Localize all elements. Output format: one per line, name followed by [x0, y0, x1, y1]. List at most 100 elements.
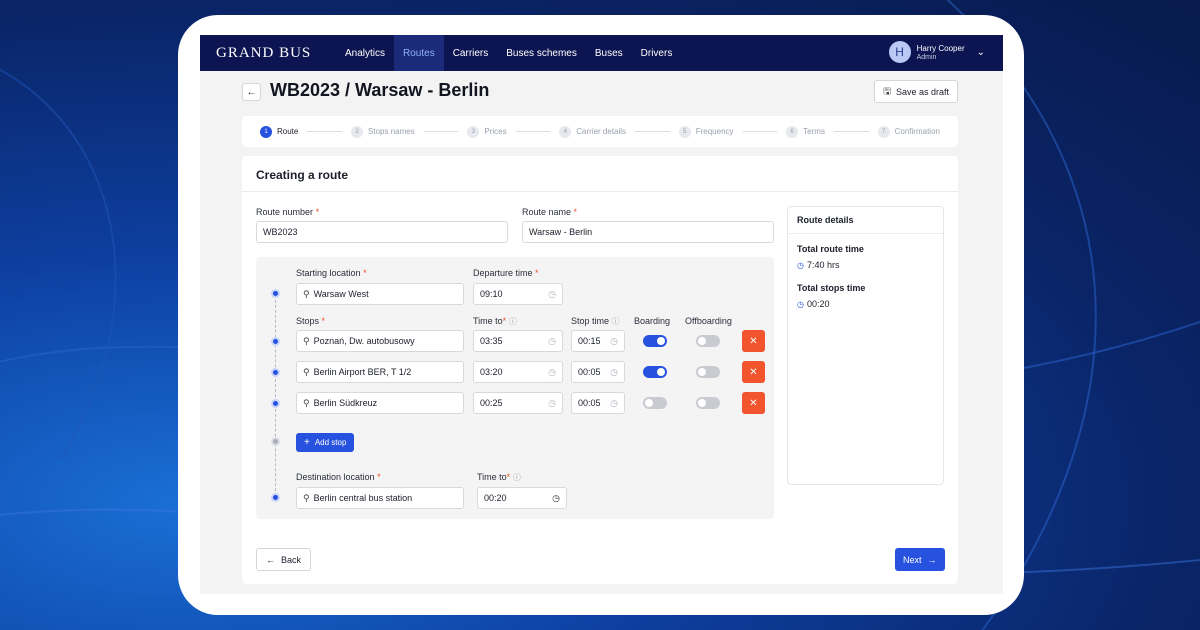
nav-routes[interactable]: Routes [394, 35, 444, 71]
boarding-toggle[interactable] [643, 366, 667, 378]
step-label: Route [277, 127, 299, 136]
stop-time-to-input[interactable]: 00:25 ◷ [473, 392, 563, 414]
starting-location-label: Starting location * [296, 268, 367, 278]
back-button[interactable]: ← Back [256, 548, 312, 571]
input-value: Berlin Airport BER, T 1/2 [313, 367, 412, 377]
input-value: Warsaw West [313, 289, 369, 299]
search-icon: ⚲ [303, 366, 310, 377]
nav-buses[interactable]: Buses [586, 35, 632, 71]
user-name: Harry Cooper [916, 44, 965, 53]
boarding-toggle[interactable] [643, 335, 667, 347]
destination-label: Destination location * [296, 472, 381, 482]
step-label: Carrier details [576, 127, 627, 136]
offboarding-toggle[interactable] [696, 366, 720, 378]
remove-stop-button[interactable]: ✕ [742, 330, 765, 352]
nav-drivers[interactable]: Drivers [632, 35, 682, 71]
step-carrier-details[interactable]: 4 Carrier details [559, 125, 627, 138]
step-stops-names[interactable]: 2 Stops names [351, 125, 415, 138]
save-draft-button[interactable]: 🖫 Save as draft [874, 80, 958, 103]
clock-icon: ◷ [548, 366, 556, 377]
input-value: 03:20 [480, 367, 503, 377]
stop-name-input[interactable]: ⚲ Poznań, Dw. autobusowy [296, 330, 464, 352]
nav-carriers[interactable]: Carriers [444, 35, 498, 71]
departure-time-input[interactable]: 09:10 ◷ [473, 283, 563, 305]
step-confirmation[interactable]: 7 Confirmation [877, 125, 940, 138]
route-details-title: Route details [788, 207, 943, 234]
input-value: Berlin central bus station [313, 493, 413, 503]
app-screen: GRAND BUS Analytics Routes Carriers Buse… [200, 35, 1003, 594]
label-text: Stop time [571, 316, 610, 326]
input-value: 00:20 [484, 493, 507, 503]
close-icon: ✕ [749, 397, 758, 409]
timeline-dot-empty [271, 437, 280, 446]
stop-time-input[interactable]: 00:05 ◷ [571, 392, 625, 414]
add-stop-button[interactable]: + Add stop [296, 433, 355, 452]
step-number: 7 [877, 125, 890, 138]
stop-time-input[interactable]: 00:05 ◷ [571, 361, 625, 383]
step-terms[interactable]: 6 Terms [786, 125, 825, 138]
input-value: 00:05 [578, 398, 601, 408]
step-number: 5 [678, 125, 691, 138]
step-route[interactable]: 1 Route [260, 125, 299, 138]
remove-stop-button[interactable]: ✕ [742, 361, 765, 383]
back-arrow-button[interactable]: ← [242, 83, 261, 101]
step-prices[interactable]: 3 Prices [467, 125, 507, 138]
input-value: Berlin Südkreuz [313, 398, 378, 408]
value-text: 00:20 [806, 299, 830, 309]
label-text: Starting location [296, 268, 361, 278]
stop-time-input[interactable]: 00:15 ◷ [571, 330, 625, 352]
step-number: 6 [786, 125, 799, 138]
remove-stop-button[interactable]: ✕ [742, 392, 765, 414]
stop-name-input[interactable]: ⚲ Berlin Südkreuz [296, 392, 464, 414]
offboarding-toggle[interactable] [696, 397, 720, 409]
route-name-input[interactable]: Warsaw - Berlin [522, 221, 774, 243]
input-value: Warsaw - Berlin [529, 227, 593, 237]
plus-icon: + [304, 437, 310, 448]
destination-time-to-input[interactable]: 00:20 ◷ [477, 487, 567, 509]
offboarding-toggle[interactable] [696, 335, 720, 347]
clock-icon: ◷ [797, 299, 804, 309]
input-value: 00:15 [578, 336, 601, 346]
brand-logo: GRAND BUS [216, 44, 312, 61]
user-menu[interactable]: H Harry Cooper Admin ⌄ [888, 41, 985, 63]
total-route-time-label: Total route time [797, 244, 864, 254]
boarding-toggle[interactable] [643, 397, 667, 409]
offboarding-label: Offboarding [685, 316, 732, 326]
close-icon: ✕ [749, 335, 758, 347]
departure-time-label: Departure time * [473, 268, 539, 278]
step-connector [423, 131, 459, 132]
stops-label: Stops * [296, 316, 325, 326]
step-label: Terms [803, 127, 825, 136]
label-text: Time to [477, 472, 507, 482]
search-icon: ⚲ [303, 288, 310, 299]
step-connector [307, 131, 343, 132]
required-mark: * [315, 207, 320, 217]
step-label: Prices [484, 127, 507, 136]
input-value: 00:25 [480, 398, 503, 408]
next-label: Next [903, 554, 922, 565]
stop-time-to-input[interactable]: 03:20 ◷ [473, 361, 563, 383]
stop-name-input[interactable]: ⚲ Berlin Airport BER, T 1/2 [296, 361, 464, 383]
stop-time-to-input[interactable]: 03:35 ◷ [473, 330, 563, 352]
label-text: Route name [522, 207, 572, 217]
route-number-label: Route number * [256, 207, 319, 217]
info-icon: ⓘ [508, 317, 517, 326]
timeline-dot [271, 368, 280, 377]
destination-time-to-label: Time to* ⓘ [477, 472, 521, 483]
nav-buses-schemes[interactable]: Buses schemes [497, 35, 586, 71]
required-mark: * [535, 268, 539, 278]
route-number-input[interactable]: WB2023 [256, 221, 508, 243]
chevron-down-icon[interactable]: ⌄ [977, 47, 985, 58]
destination-input[interactable]: ⚲ Berlin central bus station [296, 487, 464, 509]
step-frequency[interactable]: 5 Frequency [678, 125, 734, 138]
arrow-left-icon: ← [266, 554, 275, 565]
next-button[interactable]: Next → [895, 548, 945, 571]
clock-icon: ◷ [548, 397, 556, 408]
nav-analytics[interactable]: Analytics [336, 35, 394, 71]
timeline-dot [271, 493, 280, 502]
starting-location-input[interactable]: ⚲ Warsaw West [296, 283, 464, 305]
input-value: WB2023 [263, 227, 298, 237]
step-connector [635, 131, 670, 132]
arrow-left-icon: ← [246, 86, 257, 98]
close-icon: ✕ [749, 366, 758, 378]
